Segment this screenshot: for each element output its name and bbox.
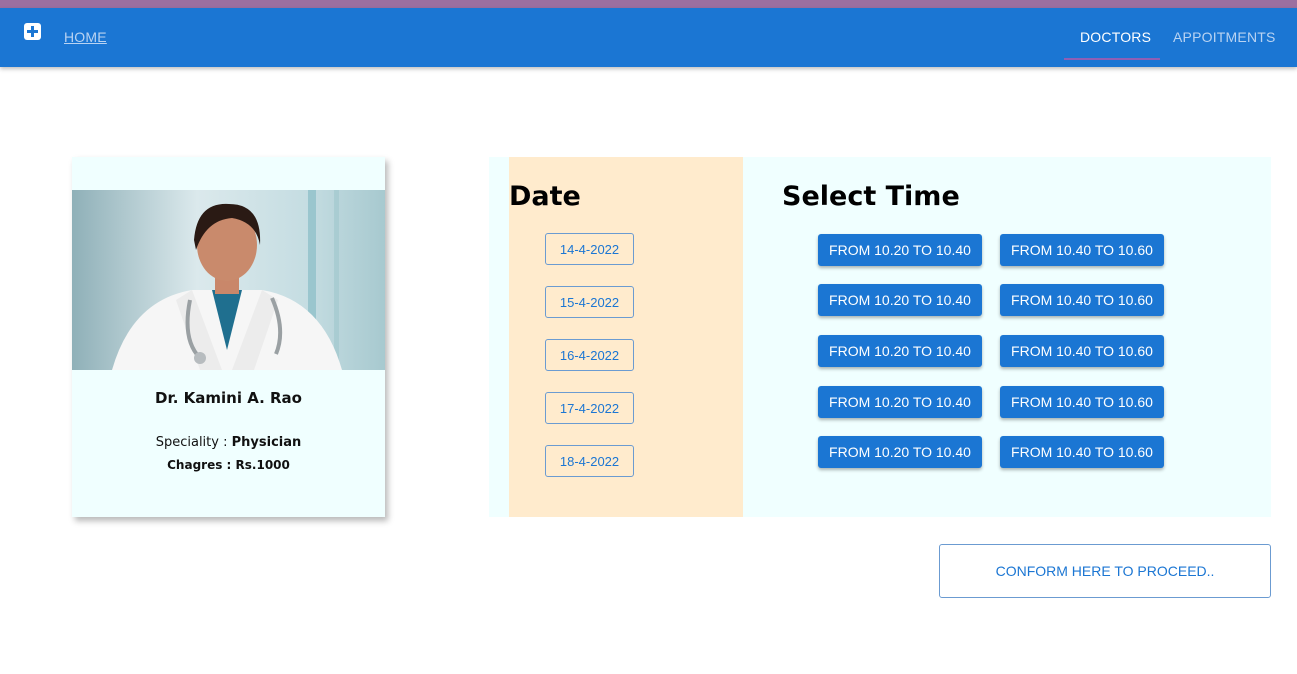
- active-tab-indicator: [1064, 58, 1160, 60]
- time-slot-button[interactable]: FROM 10.40 TO 10.60: [1000, 386, 1164, 418]
- time-slot-button[interactable]: FROM 10.20 TO 10.40: [818, 386, 982, 418]
- charges-label: Chagres :: [167, 458, 232, 472]
- date-column: Date 14-4-2022 15-4-2022 16-4-2022 17-4-…: [509, 157, 743, 517]
- date-button[interactable]: 14-4-2022: [545, 233, 634, 265]
- time-slot-button[interactable]: FROM 10.40 TO 10.60: [1000, 284, 1164, 316]
- doctor-name: Dr. Kamini A. Rao: [155, 389, 302, 407]
- time-slot-button[interactable]: FROM 10.20 TO 10.40: [818, 436, 982, 468]
- doctor-card: Dr. Kamini A. Rao Speciality : Physician…: [72, 157, 385, 517]
- medical-cross-icon[interactable]: [24, 23, 41, 40]
- time-slot-button[interactable]: FROM 10.20 TO 10.40: [818, 335, 982, 367]
- time-slot-button[interactable]: FROM 10.40 TO 10.60: [1000, 234, 1164, 266]
- date-button[interactable]: 18-4-2022: [545, 445, 634, 477]
- charges-line: Chagres : Rs.1000: [72, 458, 385, 472]
- tab-doctors[interactable]: DOCTORS: [1080, 29, 1151, 45]
- speciality-value: Physician: [231, 435, 302, 450]
- time-slot-button[interactable]: FROM 10.20 TO 10.40: [818, 234, 982, 266]
- app-bar: HOME DOCTORS APPOITMENTS: [0, 8, 1297, 67]
- confirm-proceed-button[interactable]: CONFORM HERE TO PROCEED..: [939, 544, 1271, 598]
- time-slot-button[interactable]: FROM 10.20 TO 10.40: [818, 284, 982, 316]
- doctor-photo: [72, 190, 385, 370]
- time-slot-button[interactable]: FROM 10.40 TO 10.60: [1000, 436, 1164, 468]
- date-button[interactable]: 17-4-2022: [545, 392, 634, 424]
- doctor-portrait-illustration: [72, 190, 385, 370]
- top-strip: [0, 0, 1297, 8]
- time-slot-button[interactable]: FROM 10.40 TO 10.60: [1000, 335, 1164, 367]
- home-link[interactable]: HOME: [64, 29, 107, 45]
- date-button[interactable]: 16-4-2022: [545, 339, 634, 371]
- speciality-label: Speciality :: [155, 435, 228, 450]
- select-time-title: Select Time: [782, 181, 960, 212]
- date-button[interactable]: 15-4-2022: [545, 286, 634, 318]
- date-title: Date: [509, 181, 581, 212]
- charges-value: Rs.1000: [235, 458, 290, 472]
- speciality-line: Speciality : Physician: [72, 435, 385, 450]
- tab-appointments[interactable]: APPOITMENTS: [1173, 29, 1276, 45]
- booking-panel: Date 14-4-2022 15-4-2022 16-4-2022 17-4-…: [489, 157, 1271, 517]
